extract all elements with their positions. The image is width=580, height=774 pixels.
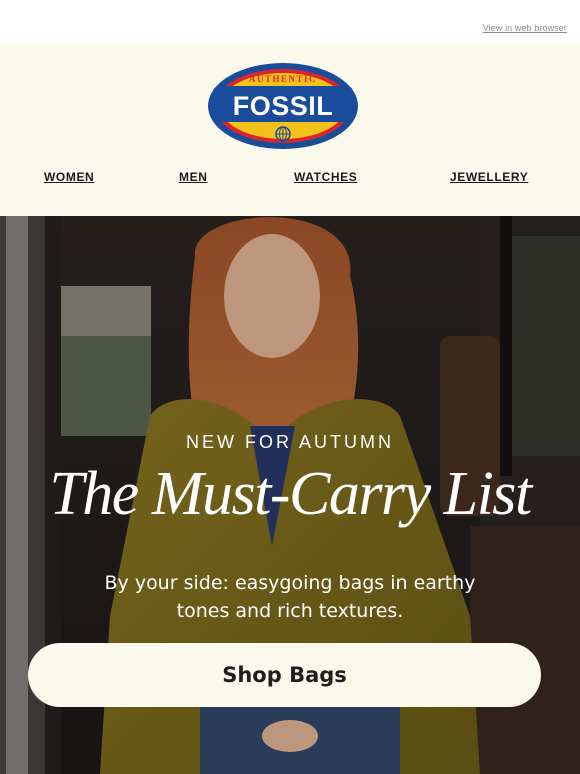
globe-icon [275, 126, 291, 142]
logo-authentic-text: AUTHENTIC [249, 74, 317, 84]
shop-bags-button[interactable]: Shop Bags [28, 643, 541, 707]
hero-banner[interactable]: NEW FOR AUTUMN The Must-Carry List By yo… [0, 216, 580, 774]
hero-headline: The Must-Carry List [49, 460, 532, 528]
nav-item-watches[interactable]: WATCHES [294, 170, 357, 184]
nav-item-jewellery[interactable]: JEWELLERY [450, 170, 528, 184]
nav-item-women[interactable]: WOMEN [44, 170, 94, 184]
fossil-logo[interactable]: AUTHENTIC FOSSIL [207, 62, 359, 150]
hero-subtext: By your side: easygoing bags in earthy t… [90, 569, 490, 625]
hero-subtext-line-2: tones and rich textures. [176, 600, 404, 622]
nav-item-men[interactable]: MEN [179, 170, 207, 184]
main-nav: WOMEN MEN WATCHES JEWELLERY [0, 170, 580, 190]
logo-brand-text: FOSSIL [233, 91, 334, 121]
preheader-bar: View in web browser [0, 0, 580, 42]
hero-eyebrow: NEW FOR AUTUMN [186, 432, 394, 452]
view-in-browser-link[interactable]: View in web browser [483, 23, 567, 33]
email-header: AUTHENTIC FOSSIL WOMEN MEN WATCHES JEWEL… [0, 42, 580, 216]
hero-subtext-line-1: By your side: easygoing bags in earthy [104, 572, 476, 594]
